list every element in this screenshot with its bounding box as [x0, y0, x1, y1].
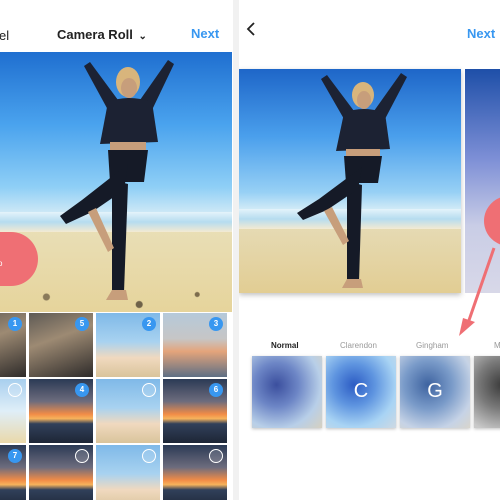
filter-names: Normal Clarendon Gingham M	[239, 341, 500, 355]
selection-badge: 6	[209, 383, 223, 397]
selection-badge: 1	[8, 317, 22, 331]
filter-thumb-letter: C	[353, 380, 369, 402]
grid-photo[interactable]: 2	[96, 313, 160, 377]
selection-badge: 4	[75, 383, 89, 397]
filter-preview	[239, 69, 461, 293]
filter-thumb-more[interactable]	[474, 356, 500, 428]
grid-photo[interactable]: 1	[0, 313, 26, 377]
camera-roll-dropdown[interactable]: Camera Roll ⌄	[57, 27, 147, 42]
filter-label-more[interactable]: M	[494, 341, 500, 350]
next-photo-preview[interactable]	[465, 69, 500, 293]
filter-thumb-normal[interactable]	[252, 356, 322, 428]
selection-badge: 3	[209, 317, 223, 331]
callout-text: o	[0, 259, 3, 268]
grid-photo[interactable]: 5	[29, 313, 93, 377]
filter-screen: Next Normal Clarendon Gingham M C G	[239, 0, 500, 500]
chevron-down-icon: ⌄	[138, 31, 147, 42]
grid-photo[interactable]: 7	[0, 445, 26, 500]
filter-label-normal[interactable]: Normal	[271, 341, 299, 350]
yoga-person	[60, 60, 174, 300]
next-button[interactable]: Next	[191, 26, 219, 41]
filter-label-clarendon[interactable]: Clarendon	[340, 341, 377, 350]
selection-circle[interactable]	[142, 383, 156, 397]
filter-thumb-clarendon[interactable]: C	[326, 356, 396, 428]
grid-photo[interactable]	[96, 379, 160, 443]
chevron-left-icon[interactable]	[245, 22, 257, 36]
grid-photo[interactable]	[0, 379, 26, 443]
selection-badge: 2	[142, 317, 156, 331]
selection-circle[interactable]	[142, 449, 156, 463]
selection-circle[interactable]	[75, 449, 89, 463]
filter-label-gingham[interactable]: Gingham	[416, 341, 448, 350]
grid-photo[interactable]	[163, 445, 227, 500]
grid-photo[interactable]: 6	[163, 379, 227, 443]
filter-thumbnails: C G	[239, 356, 500, 430]
grid-photo[interactable]: 3	[163, 313, 227, 377]
yoga-person	[297, 73, 407, 288]
filter-thumb-gingham[interactable]: G	[400, 356, 470, 428]
selection-circle[interactable]	[209, 449, 223, 463]
camera-roll-screen: el Camera Roll ⌄ Next o 1 5 2 3 4 6 7	[0, 0, 232, 500]
filter-thumb-letter: G	[427, 380, 443, 402]
selection-circle[interactable]	[8, 383, 22, 397]
next-button[interactable]: Next	[467, 26, 495, 41]
grid-photo[interactable]: 4	[29, 379, 93, 443]
selection-badge: 5	[75, 317, 89, 331]
selection-badge: 7	[8, 449, 22, 463]
grid-photo[interactable]	[96, 445, 160, 500]
photo-preview[interactable]: o	[0, 52, 232, 312]
grid-photo[interactable]	[29, 445, 93, 500]
cancel-button[interactable]: el	[0, 28, 9, 43]
camera-roll-grid: 1 5 2 3 4 6 7	[0, 313, 232, 500]
page-title: Camera Roll	[57, 27, 133, 42]
top-bar: el Camera Roll ⌄ Next	[0, 18, 232, 52]
